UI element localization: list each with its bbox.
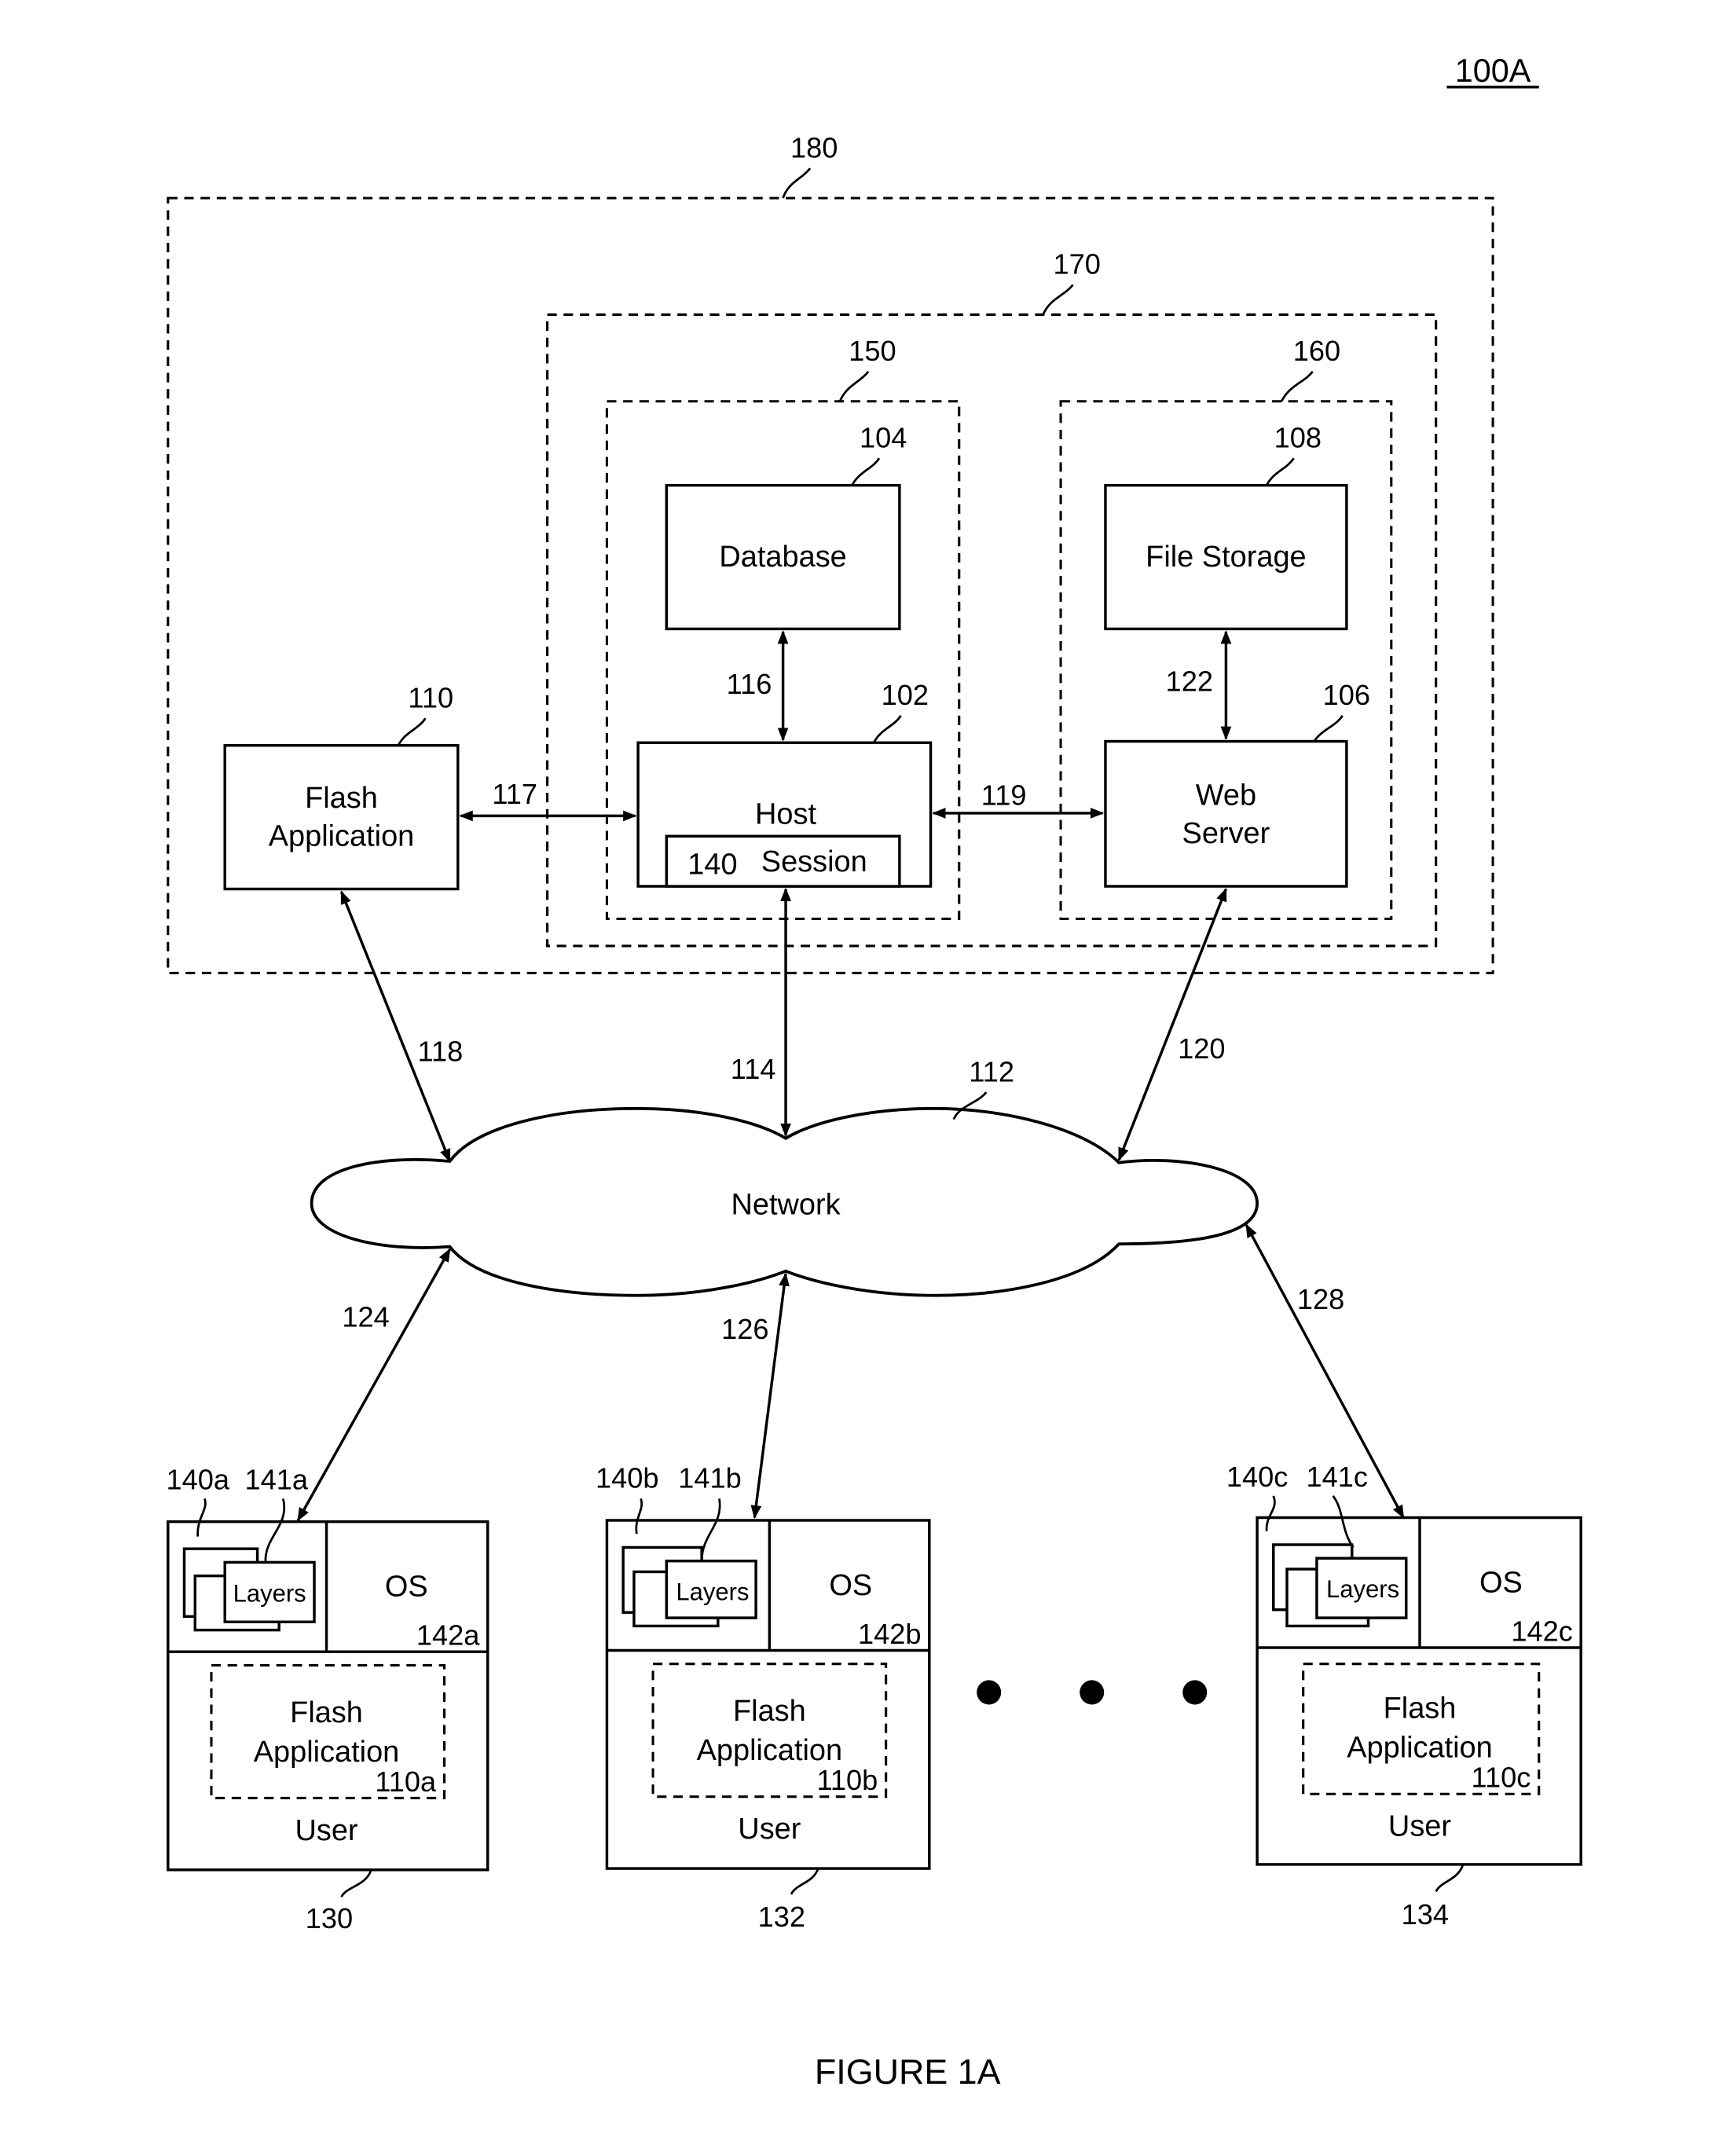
flash-application-box[interactable]: Flash Application	[223, 743, 460, 891]
os-label: OS	[385, 1571, 428, 1604]
os-ref: 142b	[858, 1618, 922, 1650]
ref-104: 104	[860, 421, 907, 453]
client-flash-app-line2: Application	[697, 1734, 843, 1767]
file-storage-box[interactable]: File Storage	[1104, 483, 1348, 631]
connection-126	[750, 1272, 790, 1520]
client-flash-app-line2: Application	[1347, 1732, 1493, 1765]
ref-112: 112	[969, 1055, 1014, 1087]
client-flash-app-line1: Flash	[290, 1696, 363, 1729]
leader-150	[838, 370, 870, 402]
os-ref: 142c	[1511, 1615, 1572, 1647]
connection-120	[1117, 887, 1228, 1161]
connection-124	[296, 1248, 451, 1522]
database-label: Database	[719, 541, 846, 574]
more-users-ellipsis	[977, 1680, 1208, 1705]
flash-app-label-line1: Flash	[305, 782, 378, 815]
leader-160	[1280, 370, 1314, 402]
host-box[interactable]: Host 140 Session	[636, 741, 933, 888]
ref-102: 102	[882, 679, 929, 711]
ref-124: 124	[342, 1300, 389, 1333]
web-server-label-line2: Server	[1182, 817, 1270, 850]
leader-134	[1435, 1864, 1465, 1893]
ref-128: 128	[1297, 1283, 1344, 1315]
leader-102	[872, 714, 902, 743]
ref-126: 126	[721, 1313, 768, 1345]
figure-caption: FIGURE 1A	[815, 2052, 1001, 2092]
ref-106: 106	[1323, 679, 1370, 711]
leader-130	[340, 1869, 372, 1898]
session-ref: 140	[687, 849, 737, 882]
database-box[interactable]: Database	[665, 483, 901, 631]
leader-132	[790, 1868, 819, 1895]
os-label: OS	[829, 1569, 872, 1602]
leader-106	[1313, 714, 1344, 742]
network-cloud[interactable]: Network	[310, 1106, 1259, 1297]
client-c[interactable]: Layers OS 142c Flash Application 110c Us…	[1256, 1516, 1582, 1866]
ref-120: 120	[1178, 1032, 1225, 1065]
leader-110	[397, 717, 427, 746]
ref-122: 122	[1166, 666, 1213, 698]
client-flash-app-ref: 110b	[816, 1764, 878, 1796]
ref-110: 110	[408, 681, 453, 713]
flash-app-label-line2: Application	[269, 820, 415, 852]
client-b[interactable]: Layers OS 142b Flash Application 110b Us…	[605, 1519, 931, 1870]
ref-132: 132	[758, 1901, 805, 1933]
ref-116: 116	[727, 668, 772, 700]
ref-140b: 140b	[596, 1462, 659, 1494]
network-label: Network	[731, 1188, 841, 1221]
ref-134: 134	[1402, 1898, 1449, 1930]
client-flash-app-line1: Flash	[733, 1695, 806, 1728]
client-flash-app-ref: 110a	[375, 1766, 437, 1798]
client-flash-app-line2: Application	[254, 1736, 400, 1769]
ref-108: 108	[1274, 421, 1322, 453]
session-label: Session	[761, 845, 867, 878]
host-label: Host	[755, 798, 816, 831]
user-label: User	[738, 1813, 801, 1846]
layers-label: Layers	[676, 1578, 749, 1606]
ref-114: 114	[731, 1053, 776, 1085]
ref-118: 118	[418, 1035, 464, 1067]
ref-170: 170	[1054, 248, 1101, 280]
figure-id-label: 100A	[1455, 53, 1531, 89]
ref-117: 117	[492, 778, 537, 810]
ref-130: 130	[306, 1902, 353, 1934]
patent-figure: 100A 180 170 150 160 Database 104 File S…	[166, 53, 1582, 2092]
web-server-label-line1: Web	[1196, 779, 1256, 812]
ref-141b: 141b	[678, 1462, 742, 1494]
connection-118	[339, 890, 452, 1163]
web-server-box[interactable]: Web Server	[1104, 739, 1348, 888]
ref-140c: 140c	[1226, 1461, 1288, 1493]
ref-119: 119	[981, 779, 1027, 812]
user-label: User	[295, 1814, 357, 1847]
ref-160: 160	[1293, 335, 1340, 367]
leader-180	[782, 167, 812, 199]
ref-141a: 141a	[244, 1463, 308, 1495]
os-ref: 142a	[416, 1619, 480, 1652]
client-a[interactable]: Layers OS 142a Flash Application 110a Us…	[167, 1520, 489, 1872]
file-storage-label: File Storage	[1146, 541, 1306, 574]
layers-label: Layers	[1326, 1575, 1399, 1603]
os-label: OS	[1479, 1566, 1523, 1599]
layers-label: Layers	[233, 1579, 306, 1607]
client-flash-app-line1: Flash	[1384, 1692, 1457, 1725]
leader-108	[1265, 457, 1295, 486]
ref-141c: 141c	[1307, 1461, 1368, 1493]
leader-170	[1042, 284, 1074, 315]
ref-140a: 140a	[166, 1463, 229, 1495]
ref-150: 150	[849, 335, 896, 367]
ref-180: 180	[790, 131, 838, 163]
user-label: User	[1388, 1810, 1451, 1843]
leader-104	[851, 457, 881, 486]
client-flash-app-ref: 110c	[1472, 1762, 1531, 1794]
